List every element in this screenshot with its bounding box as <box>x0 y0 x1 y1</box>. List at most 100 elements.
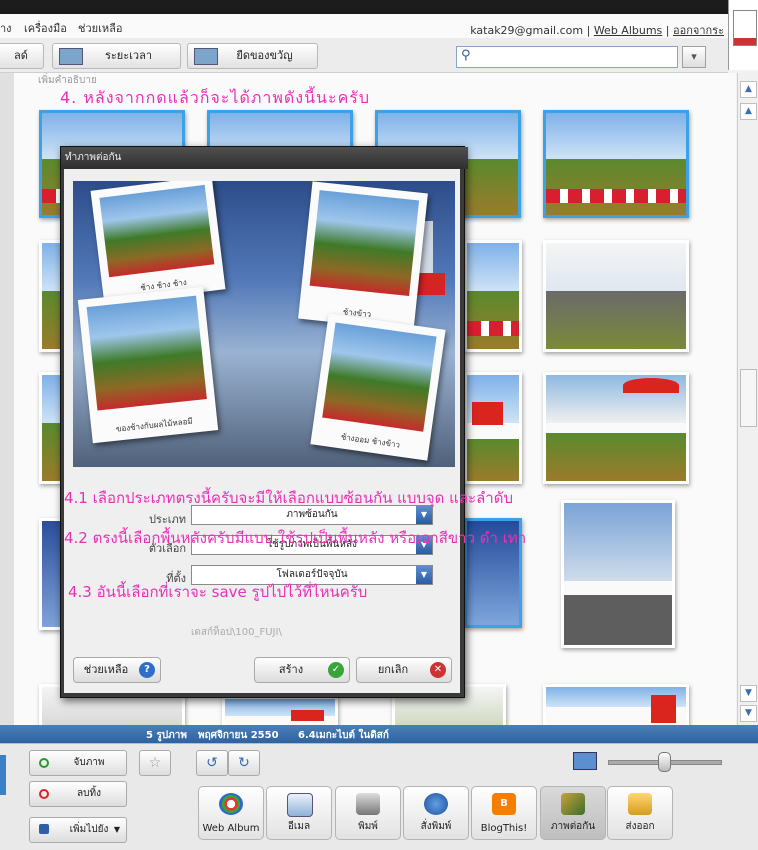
email-button[interactable]: อีเมล <box>266 786 332 840</box>
star-button[interactable]: ☆ <box>139 750 171 776</box>
hold-button[interactable]: จับภาพ <box>29 750 127 776</box>
type-value: ภาพซ้อนกัน <box>286 509 338 520</box>
gift-cd-button[interactable]: ยืดของขวัญ <box>187 43 318 69</box>
photo-umbrella <box>623 378 679 393</box>
location-value: โฟลเดอร์ปัจจุบัน <box>276 569 348 580</box>
order-prints-button[interactable]: สั่งพิมพ์ <box>403 786 469 840</box>
polaroid-image <box>309 190 420 297</box>
add-to-label: เพิ่มไปยัง <box>69 824 109 835</box>
web-album-button[interactable]: Web Album <box>198 786 264 840</box>
menu-bar: าง เครื่องมือ ช่วยเหลือ katak29@gmail.co… <box>0 14 728 39</box>
chevron-down-icon: ▼ <box>416 566 432 584</box>
zoom-icon <box>573 752 597 770</box>
rotate-left-button[interactable]: ↺ <box>196 750 228 776</box>
rotate-right-icon: ↻ <box>238 755 250 771</box>
collage-dialog: ทำภาพต่อกัน ช้าง ช้าง ช้าง ช้างข้าว ของช… <box>60 146 468 698</box>
scroll-down-icon[interactable]: ▼ <box>740 685 757 702</box>
photo-sky <box>467 243 519 291</box>
photo-ground <box>467 438 519 481</box>
toolbar-import-button[interactable]: ลด์ <box>0 43 44 69</box>
annotation-step41: 4.1 เลือกประเภทตรงนี้ครับจะมีให้เลือกแบบ… <box>64 489 513 507</box>
toolbar-btn1-label: ลด์ <box>14 49 28 62</box>
collage-button[interactable]: ภาพต่อกัน <box>540 786 606 840</box>
print-label: พิมพ์ <box>358 821 378 832</box>
blogthis-label: BlogThis! <box>480 823 528 834</box>
cancel-button[interactable]: ยกเลิก ✕ <box>356 657 452 683</box>
photo-sky <box>546 243 686 291</box>
signout-link[interactable]: ออกจากระ <box>673 24 724 37</box>
menu-item-help[interactable]: ช่วยเหลือ <box>78 19 122 37</box>
photo-thumbnail[interactable] <box>543 110 689 218</box>
photo-thumbnail[interactable] <box>464 240 522 352</box>
export-button[interactable]: ส่งออก <box>607 786 673 840</box>
dialog-title: ทำภาพต่อกัน <box>61 147 468 169</box>
annotation-step43: 4.3 อันนี้เลือกที่เราจะ save รูปไปไว้ที่… <box>68 583 368 601</box>
zoom-slider-handle[interactable] <box>658 752 671 772</box>
title-bar <box>0 0 728 14</box>
search-dropdown-button[interactable]: ▾ <box>682 46 706 68</box>
account-area: katak29@gmail.com | Web Albums | ออกจากร… <box>470 21 724 39</box>
annotation-step4: 4. หลังจากกดแล้วก็จะได้ภาพดังนี้นะครับ <box>60 88 371 107</box>
status-count: 5 รูปภาพ <box>146 730 187 741</box>
email-icon <box>287 793 313 817</box>
scroll-thumb[interactable] <box>740 369 757 427</box>
polaroid-photo: ของช้างกับผลไม้หลอมี <box>77 286 219 444</box>
polaroid-image <box>322 322 437 432</box>
photo-thumbnail[interactable] <box>543 240 689 352</box>
polaroid-image <box>86 295 207 411</box>
hold-icon <box>39 758 49 768</box>
add-to-button[interactable]: เพิ่มไปยัง ▼ <box>29 817 127 843</box>
cancel-label: ยกเลิก <box>377 663 409 676</box>
gift-cd-label: ยืดของขวัญ <box>236 49 293 62</box>
blogthis-button[interactable]: B BlogThis! <box>471 786 537 840</box>
scroll-up-icon[interactable]: ▲ <box>740 103 757 120</box>
mini-histogram-widget <box>728 0 758 70</box>
photo-sign <box>651 695 677 723</box>
polaroid-caption: ช้างออม ช้างข้าว <box>340 432 401 450</box>
help-icon: ? <box>139 662 155 678</box>
photo-thumbnail[interactable] <box>561 500 675 648</box>
status-size: 6.4เมกะไบต์ ในดิสก์ <box>298 730 389 741</box>
photo-thumbnail[interactable] <box>543 684 689 730</box>
star-icon: ☆ <box>148 755 162 771</box>
polaroid-photo: ช้างออม ช้างข้าว <box>310 313 446 461</box>
histogram-icon <box>733 10 757 46</box>
scroll-top-icon[interactable]: ▲ <box>740 81 757 98</box>
create-label: สร้าง <box>278 663 304 676</box>
dialog-body: ช้าง ช้าง ช้าง ช้างข้าว ของช้างกับผลไม้ห… <box>64 169 460 693</box>
check-icon: ✓ <box>328 662 344 678</box>
photo-road <box>564 595 672 645</box>
menu-item-view[interactable]: าง <box>0 19 12 37</box>
search-icon: ⚲ <box>461 48 471 63</box>
blogger-icon: B <box>492 793 516 815</box>
photo-thumbnail[interactable] <box>543 372 689 484</box>
separator: | <box>586 24 591 37</box>
vertical-scrollbar[interactable]: ▲ ▲ ▼ ▼ <box>737 73 758 725</box>
status-date: พฤศจิกายน 2550 <box>198 730 279 741</box>
search-input[interactable]: ⚲ <box>456 46 678 68</box>
export-label: ส่งออก <box>625 821 655 832</box>
photo-sign <box>472 401 504 425</box>
annotation-step42: 4.2 ตรงนี้เลือกพื้นหลังครับมีแบบ ใช้รูปเ… <box>64 529 527 547</box>
web-album-icon <box>219 793 243 815</box>
scroll-bottom-icon[interactable]: ▼ <box>740 705 757 722</box>
create-button[interactable]: สร้าง ✓ <box>254 657 350 683</box>
account-email: katak29@gmail.com <box>470 24 584 37</box>
web-albums-link[interactable]: Web Albums <box>594 24 662 37</box>
photo-band <box>467 321 519 337</box>
menu-item-tools[interactable]: เครื่องมือ <box>24 19 67 37</box>
polaroid-photo: ช้างข้าว <box>298 181 428 331</box>
remove-label: ลบทิ้ง <box>77 788 101 799</box>
rotate-right-button[interactable]: ↻ <box>228 750 260 776</box>
timeline-icon <box>59 48 83 65</box>
polaroid-image <box>99 184 215 278</box>
timeline-label: ระยะเวลา <box>104 49 153 62</box>
photo-thumbnail[interactable] <box>464 372 522 484</box>
close-icon: ✕ <box>430 662 446 678</box>
timeline-button[interactable]: ระยะเวลา <box>52 43 181 69</box>
remove-button[interactable]: ลบทิ้ง <box>29 781 127 807</box>
help-button[interactable]: ช่วยเหลือ? <box>73 657 161 683</box>
web-album-label: Web Album <box>202 823 260 834</box>
print-button[interactable]: พิมพ์ <box>335 786 401 840</box>
photo-sign <box>291 710 324 722</box>
